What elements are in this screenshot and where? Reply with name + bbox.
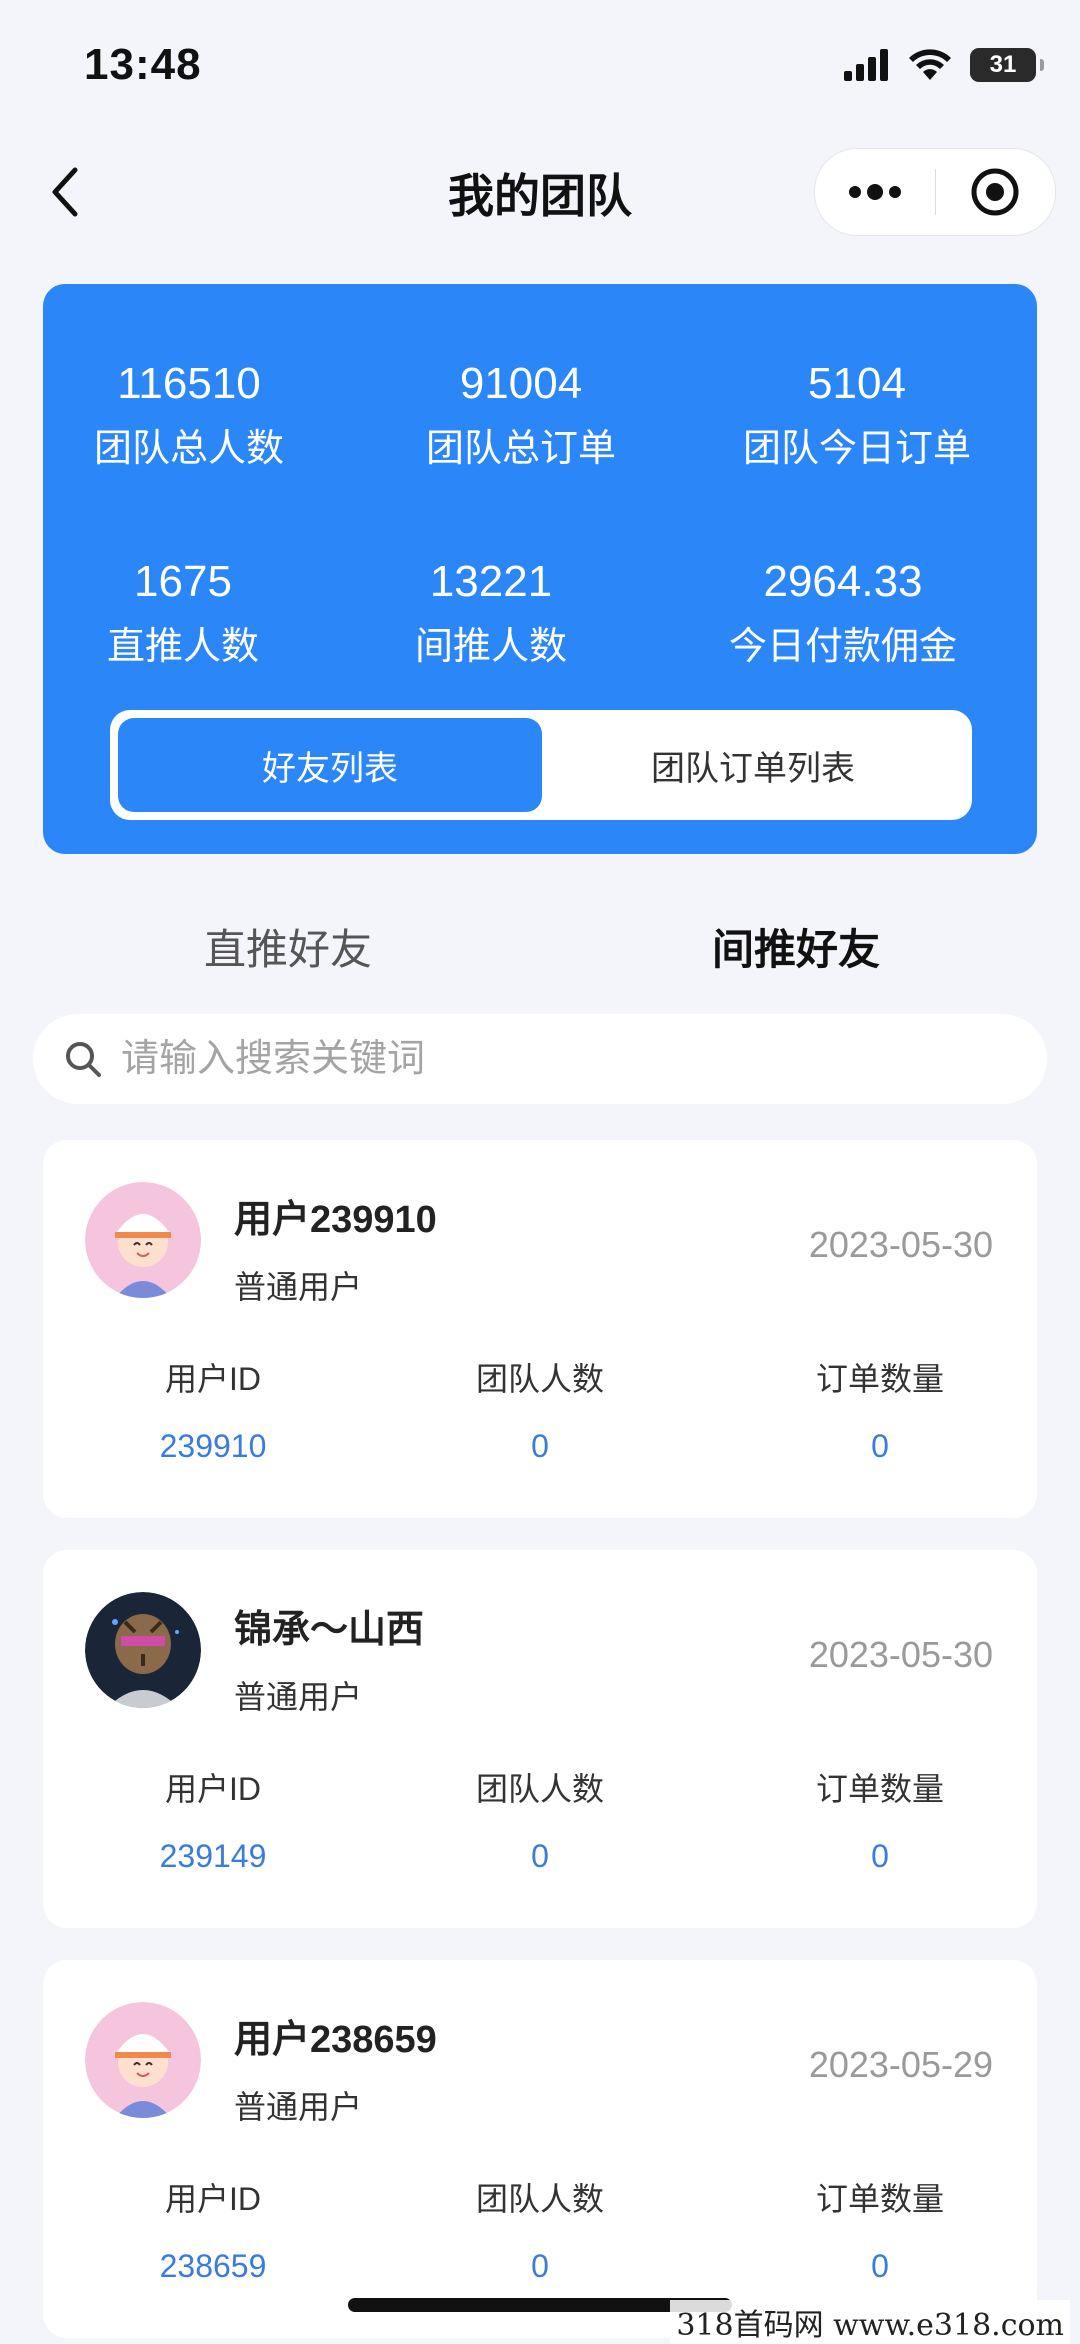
stat-label: 直推人数 (106, 626, 259, 668)
column-header: 订单数量 (815, 1771, 944, 1807)
user-name: 用户239910 (234, 1199, 437, 1241)
team-stats-card: 116510 团队总人数 91004 团队总订单 5104 团队今日订单 167… (43, 284, 1037, 854)
stat-team-total-members: 116510 团队总人数 (39, 356, 339, 474)
user-id-column: 用户ID 238659 (83, 2174, 343, 2285)
user-role: 普通用户 (234, 1269, 363, 1305)
column-header: 订单数量 (815, 1361, 944, 1397)
stat-value: 91004 (459, 359, 583, 408)
tab-direct-friends[interactable]: 直推好友 (204, 916, 372, 977)
column-header: 订单数量 (815, 2181, 944, 2217)
wifi-icon (909, 49, 951, 80)
order-count-column: 订单数量 0 (750, 1354, 1010, 1465)
user-card[interactable]: 用户239910 普通用户 2023-05-30 用户ID 239910 团队人… (43, 1140, 1037, 1518)
target-icon (971, 168, 1019, 216)
stat-value: 1675 (134, 557, 232, 606)
user-id-column: 用户ID 239910 (83, 1354, 343, 1465)
order-count-value: 0 (871, 1428, 889, 1464)
stat-team-today-orders: 5104 团队今日订单 (707, 356, 1007, 474)
user-id-value: 238659 (159, 2248, 267, 2284)
back-button[interactable] (40, 160, 88, 224)
stat-value: 116510 (117, 359, 261, 408)
stat-value: 5104 (808, 359, 906, 408)
team-count-column: 团队人数 0 (410, 1354, 670, 1465)
chevron-left-icon (52, 167, 78, 217)
signal-icon (844, 49, 888, 81)
user-card[interactable]: 用户238659 普通用户 2023-05-29 用户ID 238659 团队人… (43, 1960, 1037, 2338)
stat-label: 团队总订单 (425, 428, 616, 470)
user-id-column: 用户ID 239149 (83, 1764, 343, 1875)
stat-label: 团队总人数 (93, 428, 284, 470)
order-count-value: 0 (871, 1838, 889, 1874)
stat-label: 今日付款佣金 (728, 626, 957, 668)
column-header: 团队人数 (475, 1771, 604, 1807)
user-name: 锦承～山西 (234, 1609, 425, 1651)
watermark: 318首码网 www.e318.com (670, 2300, 1070, 2344)
team-count-value: 0 (531, 1838, 549, 1874)
stat-today-commission: 2964.33 今日付款佣金 (693, 554, 993, 672)
user-id-value: 239910 (159, 1428, 267, 1464)
search-icon (61, 1037, 105, 1081)
user-role: 普通用户 (234, 2089, 363, 2125)
stat-team-total-orders: 91004 团队总订单 (371, 356, 671, 474)
stat-value: 13221 (429, 557, 553, 606)
status-icons: 31 (844, 48, 1044, 82)
join-date: 2023-05-30 (808, 1634, 993, 1675)
battery-icon: 31 (970, 48, 1044, 82)
order-count-column: 订单数量 0 (750, 1764, 1010, 1875)
search-input[interactable] (119, 1036, 1003, 1082)
tab-indirect-friends[interactable]: 间推好友 (712, 916, 880, 977)
avatar (85, 2002, 201, 2118)
battery-level: 31 (989, 51, 1017, 78)
status-time: 13:48 (84, 40, 202, 89)
join-date: 2023-05-30 (808, 1224, 993, 1265)
stat-direct-count: 1675 直推人数 (33, 554, 333, 672)
friends-list-tab[interactable]: 好友列表 (118, 718, 542, 812)
user-card[interactable]: 锦承～山西 普通用户 2023-05-30 用户ID 239149 团队人数 0… (43, 1550, 1037, 1928)
column-header: 用户ID (164, 2181, 261, 2217)
team-count-value: 0 (531, 2248, 549, 2284)
column-header: 团队人数 (475, 2181, 604, 2217)
avatar (85, 1182, 201, 1298)
list-type-toggle: 好友列表 团队订单列表 (110, 710, 972, 820)
team-count-column: 团队人数 0 (410, 2174, 670, 2285)
column-header: 用户ID (164, 1361, 261, 1397)
team-orders-list-tab[interactable]: 团队订单列表 (542, 718, 964, 812)
more-button[interactable] (815, 149, 935, 235)
team-count-column: 团队人数 0 (410, 1764, 670, 1875)
order-count-value: 0 (871, 2248, 889, 2284)
order-count-column: 订单数量 0 (750, 2174, 1010, 2285)
user-role: 普通用户 (234, 1679, 363, 1715)
user-id-value: 239149 (159, 1838, 267, 1874)
stat-value: 2964.33 (763, 557, 923, 606)
column-header: 用户ID (164, 1771, 261, 1807)
join-date: 2023-05-29 (808, 2044, 993, 2085)
close-program-button[interactable] (936, 149, 1056, 235)
stat-indirect-count: 13221 间推人数 (341, 554, 641, 672)
mini-program-capsule (814, 148, 1056, 236)
stat-label: 团队今日订单 (742, 428, 971, 470)
stat-label: 间推人数 (414, 626, 567, 668)
more-dots-icon (848, 184, 901, 200)
team-count-value: 0 (531, 1428, 549, 1464)
avatar (85, 1592, 201, 1708)
column-header: 团队人数 (475, 1361, 604, 1397)
user-name: 用户238659 (234, 2019, 437, 2061)
search-bar (33, 1014, 1047, 1104)
